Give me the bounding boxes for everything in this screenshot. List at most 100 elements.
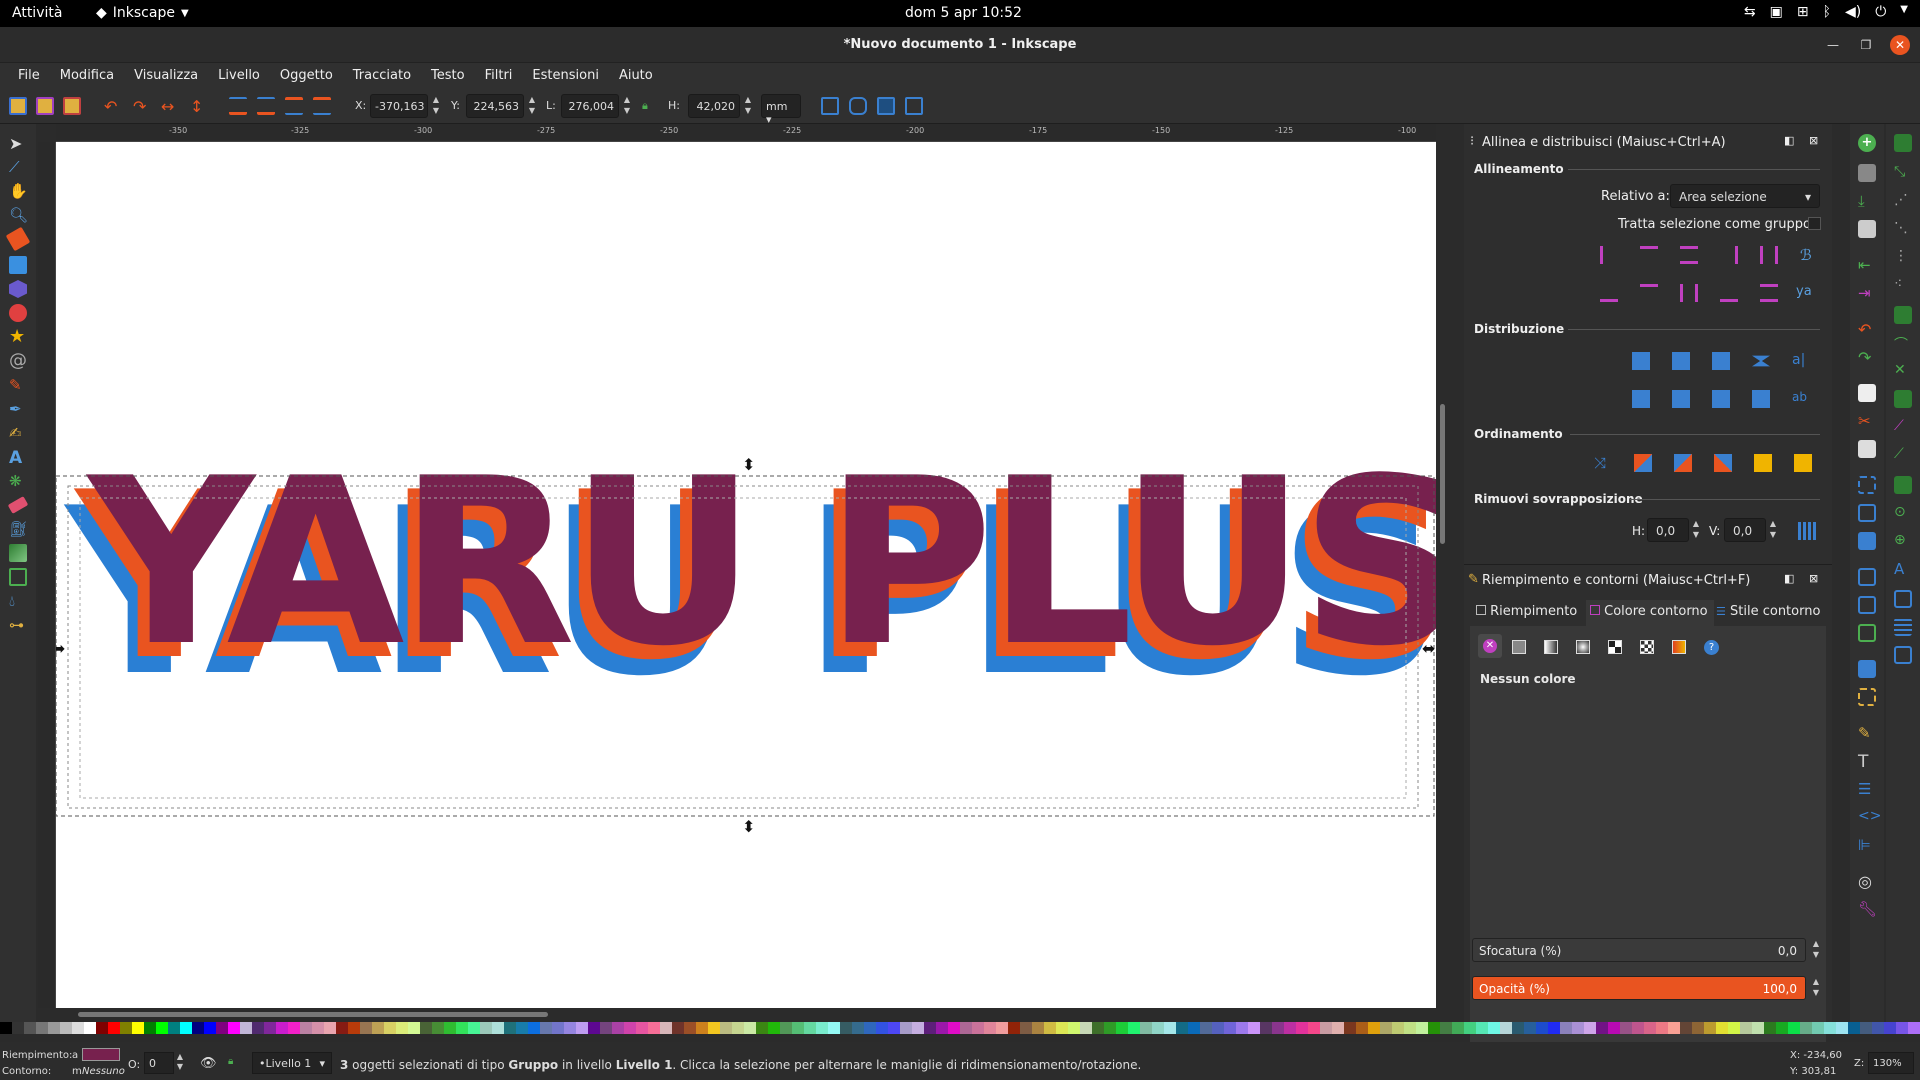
distribute-baseline-v-icon[interactable]: ab [1792,390,1810,408]
palette-swatch[interactable] [1272,1022,1284,1034]
palette-swatch[interactable] [876,1022,888,1034]
horizontal-ruler[interactable]: -350 -325 -300 -275 -250 -225 -200 -175 … [56,124,1436,142]
palette-swatch[interactable] [1740,1022,1752,1034]
palette-swatch[interactable] [564,1022,576,1034]
align-dialog-icon[interactable]: ⊫ [1858,836,1876,854]
palette-swatch[interactable] [492,1022,504,1034]
palette-swatch[interactable] [636,1022,648,1034]
palette-swatch[interactable] [252,1022,264,1034]
snap-bbox-edge-icon[interactable]: ⋰ [1894,192,1912,210]
distribute-gaps-v-icon[interactable] [1752,390,1770,408]
palette-swatch[interactable] [1344,1022,1356,1034]
tweak-tool-icon[interactable]: ✋ [9,182,28,200]
pattern-button[interactable] [1640,640,1654,654]
align-anchor-top-icon[interactable] [1640,284,1658,302]
palette-swatch[interactable] [1572,1022,1584,1034]
snap-bbox-center-icon[interactable]: ⁖ [1894,276,1912,294]
palette-swatch[interactable] [96,1022,108,1034]
box3d-tool-icon[interactable] [9,280,27,298]
flip-horizontal-icon[interactable]: ↔ [161,97,179,116]
bluetooth-icon[interactable]: ᛒ [1823,4,1831,20]
palette-swatch[interactable] [1368,1022,1380,1034]
menu-visualizza[interactable]: Visualizza [124,63,208,89]
palette-swatch[interactable] [384,1022,396,1034]
network-icon[interactable]: ⊞ [1797,4,1809,20]
palette-swatch[interactable] [432,1022,444,1034]
pencil-tool-icon[interactable]: ✎ [9,376,27,394]
paste-icon[interactable] [1858,440,1876,458]
align-right-edge-icon[interactable] [1720,246,1738,264]
palette-swatch[interactable] [948,1022,960,1034]
snap-others-icon[interactable] [1894,476,1912,494]
palette-swatch[interactable] [1188,1022,1200,1034]
palette-swatch[interactable] [1608,1022,1620,1034]
palette-swatch[interactable] [468,1022,480,1034]
palette-swatch[interactable] [1560,1022,1572,1034]
palette-swatch[interactable] [996,1022,1008,1034]
exchange-selection-order-icon[interactable] [1634,454,1652,472]
palette-swatch[interactable] [324,1022,336,1034]
palette-swatch[interactable] [816,1022,828,1034]
palette-swatch[interactable] [528,1022,540,1034]
width-spinner[interactable]: ▲ ▼ [621,94,633,118]
activities-button[interactable]: Attività [12,5,62,21]
horizontal-scrollbar[interactable] [38,1008,1450,1020]
palette-swatch[interactable] [1284,1022,1296,1034]
scale-handle-bottom[interactable]: ⬍ [742,817,755,836]
palette-swatch[interactable] [504,1022,516,1034]
palette-swatch[interactable] [732,1022,744,1034]
palette-swatch[interactable] [1212,1022,1224,1034]
palette-swatch[interactable] [924,1022,936,1034]
palette-swatch[interactable] [444,1022,456,1034]
palette-swatch[interactable] [0,1022,12,1034]
center-anchor-icon[interactable] [1680,284,1698,302]
palette-swatch[interactable] [1872,1022,1884,1034]
no-paint-button[interactable]: ✕ [1478,634,1502,658]
palette-swatch[interactable] [1800,1022,1812,1034]
palette-swatch[interactable] [1164,1022,1176,1034]
palette-swatch[interactable] [336,1022,348,1034]
menu-tracciato[interactable]: Tracciato [343,63,421,89]
palette-swatch[interactable] [156,1022,168,1034]
node-tool-icon[interactable]: ⟋ [9,158,27,176]
drawing-canvas[interactable]: YARU PLUS YARU PLUS YARU PLUS ⬍ ⬍ ⬌ ⬌ [56,142,1436,1008]
palette-swatch[interactable] [1908,1022,1920,1034]
palette-swatch[interactable] [1380,1022,1392,1034]
menu-aiuto[interactable]: Aiuto [609,63,663,89]
palette-swatch[interactable] [1776,1022,1788,1034]
pen-tool-icon[interactable]: ✒ [9,400,27,418]
wifi-settings-icon[interactable]: ⇆ [1744,4,1756,20]
menu-modifica[interactable]: Modifica [50,63,124,89]
palette-swatch[interactable] [1632,1022,1644,1034]
palette-swatch[interactable] [1224,1022,1236,1034]
eraser-tool-icon[interactable] [7,496,29,514]
palette-swatch[interactable] [708,1022,720,1034]
align-anchor-left-icon[interactable] [1600,284,1618,302]
palette-swatch[interactable] [864,1022,876,1034]
lower-icon[interactable] [285,97,303,115]
ellipse-tool-icon[interactable] [9,304,27,322]
palette-swatch[interactable] [1596,1022,1608,1034]
palette-swatch[interactable] [1200,1022,1212,1034]
center-horizontal-icon[interactable] [1760,246,1778,264]
palette-swatch[interactable] [588,1022,600,1034]
print-icon[interactable] [1858,220,1876,238]
palette-swatch[interactable] [1524,1022,1536,1034]
radial-gradient-button[interactable] [1576,640,1590,654]
palette-swatch[interactable] [1296,1022,1308,1034]
distribute-center-h-icon[interactable] [1672,352,1690,370]
center-vertical-icon[interactable] [1680,246,1698,264]
x-field[interactable]: -370,163 [370,94,428,118]
flip-vertical-icon[interactable]: ↕ [190,97,208,116]
palette-swatch[interactable] [1692,1022,1704,1034]
palette-swatch[interactable] [60,1022,72,1034]
text-tool-icon[interactable]: A [9,448,27,468]
palette-swatch[interactable] [852,1022,864,1034]
text-font-dialog-icon[interactable]: T [1858,752,1876,772]
palette-swatch[interactable] [360,1022,372,1034]
preferences-icon[interactable]: ◎ [1858,872,1876,891]
palette-swatch[interactable] [1884,1022,1896,1034]
distribute-gaps-h-icon[interactable] [1752,355,1770,367]
clone-icon[interactable] [1858,596,1876,614]
palette-swatch[interactable] [312,1022,324,1034]
